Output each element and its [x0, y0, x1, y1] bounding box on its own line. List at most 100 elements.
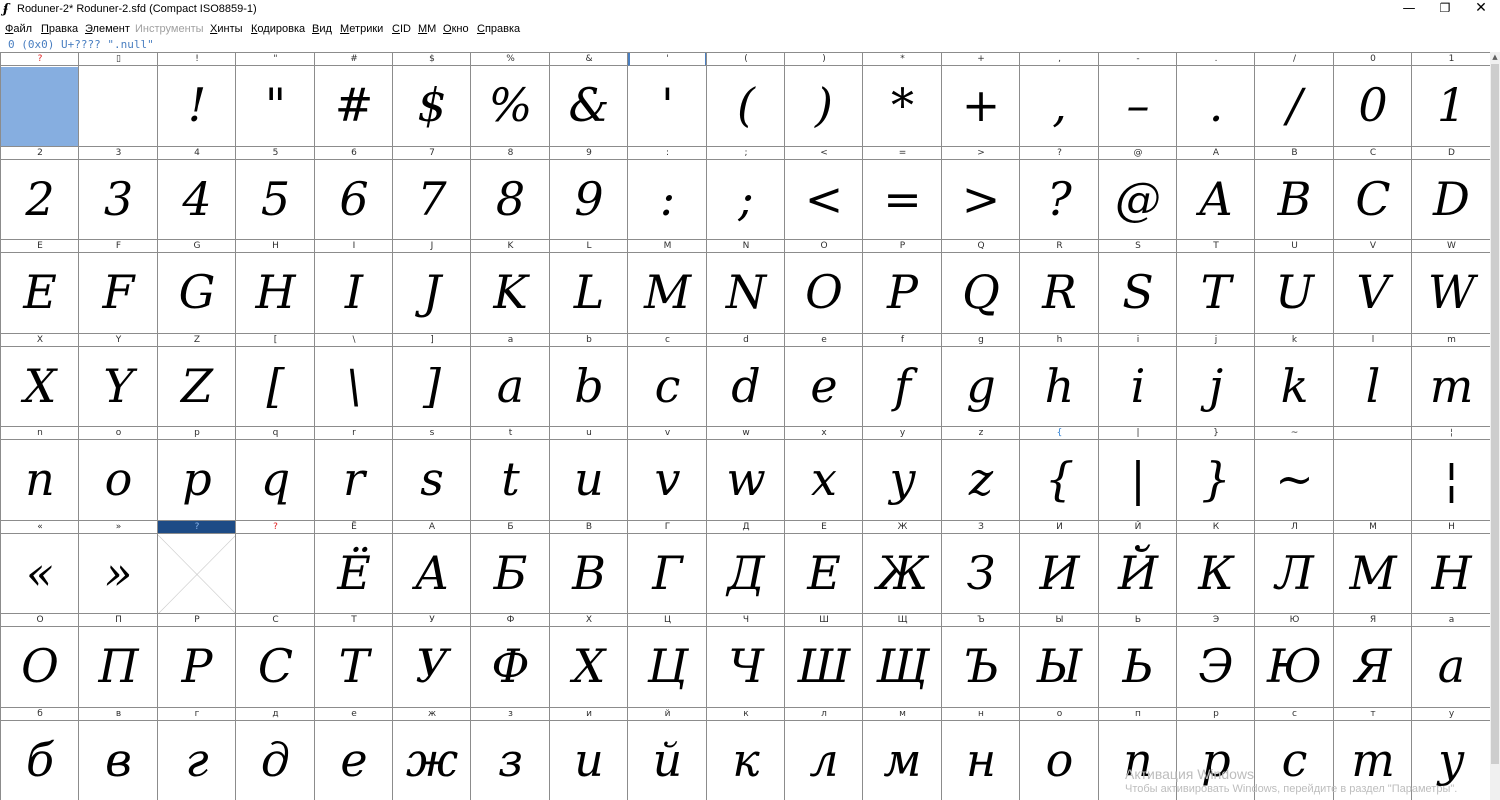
glyph-cell[interactable]: ЕЕ [784, 520, 863, 614]
glyph-cell[interactable]: ЮЮ [1254, 613, 1334, 708]
glyph-cell[interactable]: 11 [1411, 52, 1490, 147]
glyph-cell[interactable]: 66 [314, 146, 393, 240]
glyph-cell[interactable]: + + [941, 52, 1020, 147]
glyph-cell[interactable]: VV [1333, 239, 1412, 334]
glyph-cell[interactable]: JJ [392, 239, 471, 334]
glyph-cell[interactable]: ¦ ¦ [1411, 426, 1490, 521]
glyph-cell[interactable]: ее [314, 707, 393, 800]
glyph-cell[interactable]: мм [862, 707, 942, 800]
glyph-cell[interactable]: AA [1176, 146, 1255, 240]
glyph-cell[interactable]: SS [1098, 239, 1177, 334]
glyph-cell[interactable]: ▯ [78, 52, 158, 147]
glyph-cell[interactable]: !! [157, 52, 236, 147]
glyph-cell[interactable]: ЩЩ [862, 613, 942, 708]
glyph-cell[interactable]: йй [627, 707, 707, 800]
glyph-cell[interactable]: ? [235, 520, 315, 614]
glyph-cell[interactable]: pp [157, 426, 236, 521]
menu-item-5[interactable]: Кодировка [251, 20, 305, 38]
glyph-cell[interactable]: лл [784, 707, 863, 800]
glyph-cell[interactable]: 99 [549, 146, 628, 240]
glyph-cell[interactable]: ? [157, 520, 236, 614]
glyph-cell[interactable]: aa [470, 333, 550, 427]
glyph-cell[interactable]: 33 [78, 146, 158, 240]
glyph-cell[interactable]: УУ [392, 613, 471, 708]
glyph-cell[interactable]: mm [1411, 333, 1490, 427]
glyph-cell[interactable]: | | [1098, 426, 1177, 521]
glyph-cell[interactable]: ? [0, 52, 79, 147]
glyph-cell[interactable]: FF [78, 239, 158, 334]
glyph-cell[interactable]: ГГ [627, 520, 707, 614]
glyph-cell[interactable]: < < [784, 146, 863, 240]
menu-item-4[interactable]: Хинты [210, 20, 243, 38]
glyph-cell[interactable]: dd [706, 333, 785, 427]
glyph-cell[interactable]: гг [157, 707, 236, 800]
glyph-cell[interactable]: PP [862, 239, 942, 334]
glyph-cell[interactable]: jj [1176, 333, 1255, 427]
glyph-cell[interactable]: OO [784, 239, 863, 334]
glyph-cell[interactable]: II [314, 239, 393, 334]
glyph-cell[interactable]: zz [941, 426, 1020, 521]
glyph-cell[interactable]: KK [470, 239, 550, 334]
glyph-cell[interactable]: ЯЯ [1333, 613, 1412, 708]
menu-item-8[interactable]: CID [392, 20, 411, 38]
menu-item-2[interactable]: Элемент [85, 20, 130, 38]
glyph-cell[interactable]: РР [157, 613, 236, 708]
glyph-cell[interactable]: ss [392, 426, 471, 521]
glyph-cell[interactable]: ХХ [549, 613, 628, 708]
glyph-cell[interactable]: (( [706, 52, 785, 147]
glyph-cell[interactable]: ББ [470, 520, 550, 614]
glyph-cell[interactable]: vv [627, 426, 707, 521]
glyph-cell[interactable]: LL [549, 239, 628, 334]
glyph-cell[interactable]: ww [706, 426, 785, 521]
glyph-cell[interactable]: HH [235, 239, 315, 334]
glyph-cell[interactable]: ЪЪ [941, 613, 1020, 708]
glyph-cell[interactable]: ЭЭ [1176, 613, 1255, 708]
glyph-cell[interactable]: kk [1254, 333, 1334, 427]
glyph-cell[interactable]: ЁЁ [314, 520, 393, 614]
glyph-cell[interactable]: 44 [157, 146, 236, 240]
glyph-cell[interactable]: rr [314, 426, 393, 521]
menu-item-1[interactable]: Правка [41, 20, 78, 38]
glyph-cell[interactable]: ;; [706, 146, 785, 240]
glyph-cell[interactable]: cc [627, 333, 707, 427]
glyph-cell[interactable]: nn [0, 426, 79, 521]
glyph-cell[interactable]: ВВ [549, 520, 628, 614]
glyph-cell[interactable]: [[ [235, 333, 315, 427]
menu-item-9[interactable]: MM [418, 20, 436, 38]
glyph-cell[interactable]: @ @ [1098, 146, 1177, 240]
glyph-cell[interactable]: ЛЛ [1254, 520, 1334, 614]
glyph-cell[interactable]: 55 [235, 146, 315, 240]
glyph-cell[interactable]: )) [784, 52, 863, 147]
glyph-cell[interactable]: аа [1411, 613, 1490, 708]
glyph-cell[interactable]: xx [784, 426, 863, 521]
scrollbar-thumb[interactable] [1491, 64, 1499, 764]
glyph-cell[interactable]: ТТ [314, 613, 393, 708]
glyph-cell[interactable]: ~ ~ [1254, 426, 1334, 521]
glyph-cell[interactable]: / / [1254, 52, 1334, 147]
glyph-cell[interactable]: & & [549, 52, 628, 147]
glyph-cell[interactable]: зз [470, 707, 550, 800]
glyph-cell[interactable]: ОО [0, 613, 79, 708]
glyph-cell[interactable]: ЬЬ [1098, 613, 1177, 708]
glyph-cell[interactable]: ZZ [157, 333, 236, 427]
glyph-cell[interactable]: ШШ [784, 613, 863, 708]
glyph-cell[interactable]: bb [549, 333, 628, 427]
glyph-cell[interactable]: ?? [1019, 146, 1099, 240]
glyph-cell[interactable]: CC [1333, 146, 1412, 240]
glyph-cell[interactable]: - – [1098, 52, 1177, 147]
glyph-cell[interactable]: ll [1333, 333, 1412, 427]
glyph-cell[interactable]: 22 [0, 146, 79, 240]
glyph-cell[interactable]: жж [392, 707, 471, 800]
glyph-cell[interactable]: ИИ [1019, 520, 1099, 614]
glyph-cell[interactable]: # # [314, 52, 393, 147]
glyph-cell[interactable]: uu [549, 426, 628, 521]
glyph-cell[interactable]: " " [235, 52, 315, 147]
glyph-cell[interactable]: ММ [1333, 520, 1412, 614]
glyph-cell[interactable]: TT [1176, 239, 1255, 334]
glyph-cell[interactable]: бб [0, 707, 79, 800]
menu-item-3[interactable]: Инструменты [135, 20, 204, 38]
glyph-cell[interactable]: АА [392, 520, 471, 614]
glyph-cell[interactable]: ЧЧ [706, 613, 785, 708]
glyph-cell[interactable]: :: [627, 146, 707, 240]
glyph-cell[interactable]: ии [549, 707, 628, 800]
